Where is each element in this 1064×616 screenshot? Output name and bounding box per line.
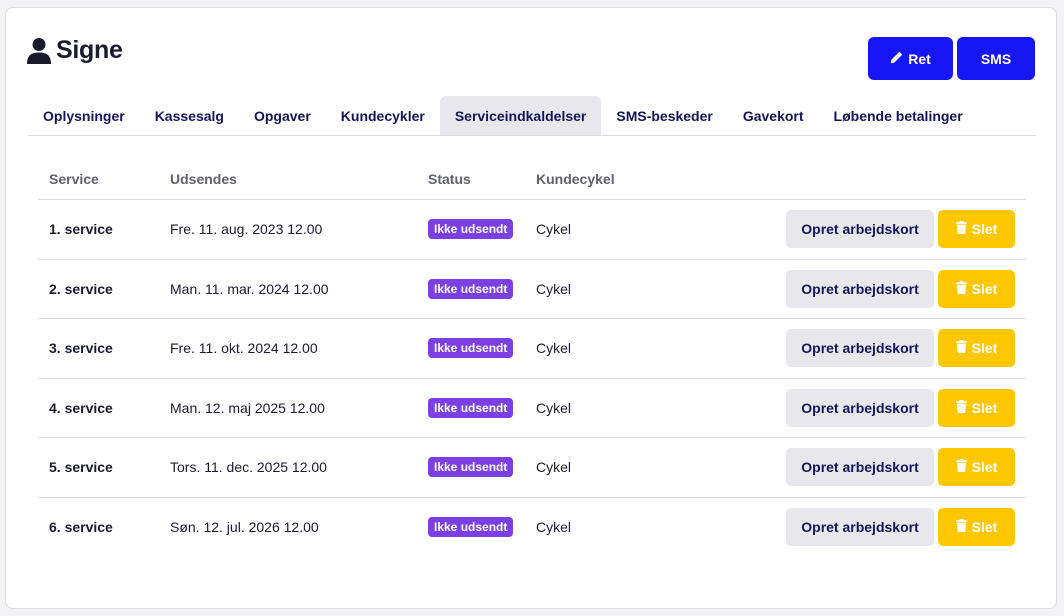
service-name: 3. service xyxy=(38,318,159,379)
tab-label: Gavekort xyxy=(742,107,804,124)
delete-button[interactable]: Slet xyxy=(938,210,1015,249)
table-row: 3. service Fre. 11. okt. 2024 12.00 Ikke… xyxy=(38,318,1026,379)
table-row: 4. service Man. 12. maj 2025 12.00 Ikke … xyxy=(38,378,1026,438)
delete-button-label: Slet xyxy=(971,459,998,476)
table-header-row: Service Udsendes Status Kundecykel xyxy=(38,159,1026,200)
status-badge: Ikke udsendt xyxy=(428,397,514,418)
tab-oplysninger[interactable]: Oplysninger xyxy=(28,96,140,135)
user-icon xyxy=(27,37,51,65)
create-workcard-button[interactable]: Opret arbejdskort xyxy=(786,388,934,427)
trash-icon xyxy=(955,340,967,356)
column-header-udsendes: Udsendes xyxy=(159,159,417,200)
delete-button-label: Slet xyxy=(971,221,998,238)
customer-card: Signe Ret SMS Oplysninger Kassesalg Opga… xyxy=(5,7,1057,609)
service-table: Service Udsendes Status Kundecykel 1. se… xyxy=(38,159,1026,556)
table-row: 5. service Tors. 11. dec. 2025 12.00 Ikk… xyxy=(38,437,1026,498)
delete-button[interactable]: Slet xyxy=(938,507,1015,546)
create-workcard-button[interactable]: Opret arbejdskort xyxy=(786,329,934,368)
bike-name: Cykel xyxy=(525,199,669,260)
bike-name: Cykel xyxy=(525,437,669,498)
bike-name: Cykel xyxy=(525,378,669,438)
status-badge: Ikke udsendt xyxy=(428,457,514,478)
send-date: Man. 12. maj 2025 12.00 xyxy=(159,378,417,438)
create-workcard-button[interactable]: Opret arbejdskort xyxy=(786,210,934,249)
send-date: Fre. 11. aug. 2023 12.00 xyxy=(159,199,417,260)
page-title: Signe xyxy=(56,36,123,64)
tab-kundecykler[interactable]: Kundecykler xyxy=(326,96,440,135)
header-actions: Ret SMS xyxy=(868,37,1035,80)
bike-name: Cykel xyxy=(525,259,669,319)
trash-icon xyxy=(955,280,967,297)
service-table-wrapper: Service Udsendes Status Kundecykel 1. se… xyxy=(38,159,1026,556)
service-name: 4. service xyxy=(38,378,159,438)
status-badge: Ikke udsendt xyxy=(428,278,514,299)
tab-label: Serviceindkaldelser xyxy=(454,107,587,124)
page-header: Signe xyxy=(27,36,123,65)
table-row: 2. service Man. 11. mar. 2024 12.00 Ikke… xyxy=(38,259,1026,319)
tab-label: Opgaver xyxy=(253,107,311,124)
tab-label: Løbende betalinger xyxy=(833,107,963,124)
send-date: Søn. 12. jul. 2026 12.00 xyxy=(170,518,319,535)
edit-button[interactable]: Ret xyxy=(868,37,953,80)
send-date: Tors. 11. dec. 2025 12.00 xyxy=(159,437,417,498)
tab-serviceindkaldelser[interactable]: Serviceindkaldelser xyxy=(439,96,602,135)
tab-gavekort[interactable]: Gavekort xyxy=(728,96,819,135)
delete-button[interactable]: Slet xyxy=(938,269,1015,308)
delete-button-label: Slet xyxy=(971,518,998,535)
edit-button-label: Ret xyxy=(908,50,931,67)
delete-button[interactable]: Slet xyxy=(938,388,1015,427)
delete-button-label: Slet xyxy=(971,280,998,297)
column-header-actions xyxy=(668,159,1026,200)
delete-button[interactable]: Slet xyxy=(938,448,1015,487)
trash-icon xyxy=(955,221,967,237)
column-header-service: Service xyxy=(38,159,159,200)
column-header-status: Status xyxy=(417,159,525,200)
status-badge: Ikke udsendt xyxy=(428,219,514,240)
delete-button[interactable]: Slet xyxy=(938,329,1015,368)
sms-button-label: SMS xyxy=(980,50,1012,67)
tab-kassesalg[interactable]: Kassesalg xyxy=(140,96,239,135)
tab-label: SMS-beskeder xyxy=(616,107,713,124)
status-badge: Ikke udsendt xyxy=(428,516,514,537)
delete-button-label: Slet xyxy=(971,340,998,357)
create-workcard-button[interactable]: Opret arbejdskort xyxy=(786,507,934,546)
trash-icon xyxy=(955,459,967,475)
service-name: 6. service xyxy=(49,518,113,535)
service-name: 5. service xyxy=(38,437,159,498)
service-name: 2. service xyxy=(38,259,159,319)
delete-button-label: Slet xyxy=(971,399,998,416)
tab-label: Kassesalg xyxy=(154,107,224,124)
trash-icon xyxy=(955,518,967,535)
sms-button[interactable]: SMS xyxy=(957,37,1035,80)
table-row: 6. service Søn. 12. jul. 2026 12.00 Ikke… xyxy=(38,497,1026,556)
trash-icon xyxy=(955,399,967,416)
create-workcard-button[interactable]: Opret arbejdskort xyxy=(786,269,934,308)
column-header-kundecykel: Kundecykel xyxy=(525,159,669,200)
create-workcard-button[interactable]: Opret arbejdskort xyxy=(786,448,934,487)
status-badge: Ikke udsendt xyxy=(428,338,514,359)
tab-opgaver[interactable]: Opgaver xyxy=(239,96,326,135)
tab-label: Kundecykler xyxy=(340,107,425,124)
bike-name: Cykel xyxy=(536,518,572,535)
send-date: Man. 11. mar. 2024 12.00 xyxy=(159,259,417,319)
tab-label: Oplysninger xyxy=(43,107,125,124)
tab-sms-beskeder[interactable]: SMS-beskeder xyxy=(601,96,727,135)
tab-lobende-betalinger[interactable]: Løbende betalinger xyxy=(819,96,978,135)
table-body: 1. service Fre. 11. aug. 2023 12.00 Ikke… xyxy=(38,199,1026,557)
tab-bar: Oplysninger Kassesalg Opgaver Kundecykle… xyxy=(28,96,1036,136)
table-row: 1. service Fre. 11. aug. 2023 12.00 Ikke… xyxy=(38,199,1026,260)
service-name: 1. service xyxy=(38,199,159,260)
bike-name: Cykel xyxy=(525,318,669,379)
send-date: Fre. 11. okt. 2024 12.00 xyxy=(159,318,417,379)
pencil-icon xyxy=(890,51,903,67)
